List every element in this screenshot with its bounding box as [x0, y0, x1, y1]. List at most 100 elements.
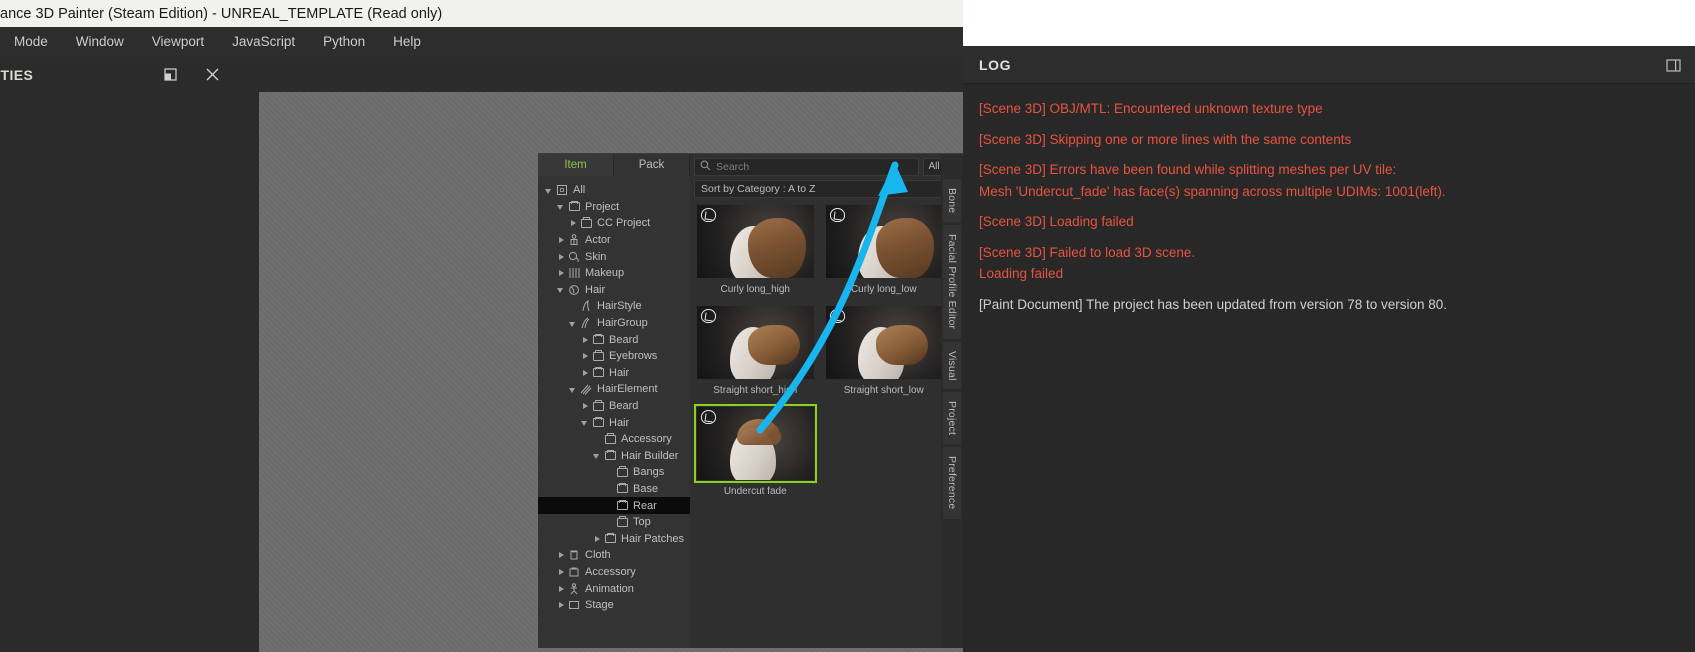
item-card[interactable]: Straight short_low: [823, 303, 946, 400]
item-card[interactable]: Straight short_high: [694, 303, 817, 400]
log-line-text: [Scene 3D] Errors have been found while …: [979, 162, 1397, 177]
tree-item-hairgroup[interactable]: HairGroup: [538, 315, 690, 332]
tree-item-top[interactable]: Top: [538, 514, 690, 531]
item-card[interactable]: Undercut fade: [694, 404, 817, 501]
tree-item-label: Accessory: [621, 433, 672, 446]
menu-item-help[interactable]: Help: [379, 27, 435, 57]
log-line-text: [Scene 3D] Loading failed: [979, 214, 1134, 229]
tree-item-project[interactable]: Project: [538, 199, 690, 216]
menu-item-javascript[interactable]: JavaScript: [218, 27, 309, 57]
side-tab-project[interactable]: Project: [942, 391, 962, 446]
tree-item-beard[interactable]: Beard: [538, 398, 690, 415]
folder-icon: [603, 433, 617, 445]
tree-item-makeup[interactable]: Makeup: [538, 265, 690, 282]
log-messages[interactable]: [Scene 3D] OBJ/MTL: Encountered unknown …: [963, 84, 1695, 315]
log-line-text: [Scene 3D] Failed to load 3D scene.: [979, 244, 1196, 260]
log-line-detail: Mesh 'Undercut_fade' has face(s) spannin…: [979, 183, 1446, 199]
tree-item-accessory[interactable]: Accessory: [538, 431, 690, 448]
float-window-icon[interactable]: [161, 65, 179, 83]
tree-item-hair-patches[interactable]: Hair Patches: [538, 530, 690, 547]
tree-item-actor[interactable]: Actor: [538, 232, 690, 249]
tree-item-label: HairElement: [597, 383, 658, 396]
sort-dropdown[interactable]: Sort by Category : A to Z: [694, 180, 959, 198]
side-tab-preference[interactable]: Preference: [942, 446, 962, 520]
application-body: RTIES: [0, 57, 963, 652]
chevron-open-icon[interactable]: [556, 284, 567, 295]
tree-item-stage[interactable]: Stage: [538, 597, 690, 614]
chevron-open-icon[interactable]: [544, 185, 555, 196]
chevron-closed-icon[interactable]: [580, 334, 591, 345]
tree-item-eyebrows[interactable]: Eyebrows: [538, 348, 690, 365]
log-line-text: [Scene 3D] Skipping one or more lines wi…: [979, 131, 1352, 147]
tree-item-cc-project[interactable]: CC Project: [538, 215, 690, 232]
menu-item-mode[interactable]: Mode: [0, 27, 62, 57]
chevron-closed-icon[interactable]: [556, 251, 567, 262]
tree-item-label: Accessory: [585, 565, 636, 578]
folder-icon: [591, 350, 605, 362]
chevron-closed-icon[interactable]: [580, 401, 591, 412]
menu-bar: Mode Window Viewport JavaScript Python Help: [0, 27, 963, 57]
tree-item-skin[interactable]: Skin: [538, 248, 690, 265]
search-input[interactable]: [716, 160, 913, 173]
chevron-closed-icon[interactable]: [592, 533, 603, 544]
side-tab-visual[interactable]: Visual: [942, 340, 962, 391]
content-tree[interactable]: All Project CC Project Actor Skin Makeup Hair H…: [538, 176, 690, 648]
chevron-open-icon[interactable]: [568, 318, 579, 329]
chevron-open-icon[interactable]: [580, 417, 591, 428]
item-card[interactable]: Curly long_high: [694, 202, 817, 299]
chevron-open-icon[interactable]: [556, 201, 567, 212]
chevron-open-icon[interactable]: [592, 450, 603, 461]
tree-item-hair[interactable]: Hair: [538, 282, 690, 299]
chevron-closed-icon[interactable]: [580, 351, 591, 362]
tree-item-label: Rear: [633, 499, 657, 512]
tree-item-hairstyle[interactable]: HairStyle: [538, 298, 690, 315]
tree-item-all[interactable]: All: [538, 182, 690, 199]
item-card[interactable]: Curly long_low: [823, 202, 946, 299]
side-tab-bone[interactable]: Bone: [942, 178, 962, 224]
tree-item-animation[interactable]: Animation: [538, 580, 690, 597]
item-thumbnail: [697, 205, 814, 278]
tree-item-accessory[interactable]: Accessory: [538, 564, 690, 581]
close-icon[interactable]: [203, 65, 221, 83]
panel-layout-icon[interactable]: [1666, 58, 1681, 78]
chevron-closed-icon[interactable]: [580, 367, 591, 378]
tree-item-beard[interactable]: Beard: [538, 331, 690, 348]
chevron-closed-icon[interactable]: [556, 583, 567, 594]
window-title: tance 3D Painter (Steam Edition) - UNREA…: [0, 5, 443, 22]
chevron-closed-icon[interactable]: [556, 550, 567, 561]
search-icon: [700, 158, 711, 176]
menu-item-window[interactable]: Window: [62, 27, 138, 57]
tree-item-rear[interactable]: Rear: [538, 497, 690, 514]
chevron-closed-icon[interactable]: [556, 600, 567, 611]
chevron-closed-icon[interactable]: [556, 235, 567, 246]
menu-item-viewport[interactable]: Viewport: [138, 27, 218, 57]
tree-item-hair-builder[interactable]: Hair Builder: [538, 448, 690, 465]
tree-item-base[interactable]: Base: [538, 481, 690, 498]
log-line: [Paint Document] The project has been up…: [979, 294, 1695, 316]
log-line: [Scene 3D] Errors have been found while …: [979, 159, 1695, 202]
chevron-closed-icon[interactable]: [556, 566, 567, 577]
tab-item[interactable]: Item: [538, 154, 614, 176]
tab-pack[interactable]: Pack: [614, 154, 690, 176]
menu-item-python[interactable]: Python: [309, 27, 379, 57]
cloth-icon: [567, 549, 581, 561]
tree-item-hairelement[interactable]: HairElement: [538, 381, 690, 398]
side-tab-facial-profile-editor[interactable]: Facial Profile Editor: [942, 224, 962, 340]
chevron-closed-icon[interactable]: [556, 268, 567, 279]
tree-item-hair[interactable]: Hair: [538, 414, 690, 431]
tree-item-hair[interactable]: Hair: [538, 365, 690, 382]
top-right-blank-area: [963, 0, 1695, 46]
log-line: [Scene 3D] Loading failed: [979, 211, 1695, 233]
tree-item-cloth[interactable]: Cloth: [538, 547, 690, 564]
log-line: [Scene 3D] OBJ/MTL: Encountered unknown …: [979, 98, 1695, 120]
search-box[interactable]: [694, 157, 919, 176]
log-line-text: [Scene 3D] OBJ/MTL: Encountered unknown …: [979, 101, 1323, 116]
folder-icon: [567, 200, 581, 213]
chevron-closed-icon[interactable]: [568, 218, 579, 229]
tree-item-bangs[interactable]: Bangs: [538, 464, 690, 481]
cc-asset-badge-icon: [701, 309, 716, 323]
item-caption: Undercut fade: [723, 486, 787, 497]
chevron-open-icon[interactable]: [568, 384, 579, 395]
